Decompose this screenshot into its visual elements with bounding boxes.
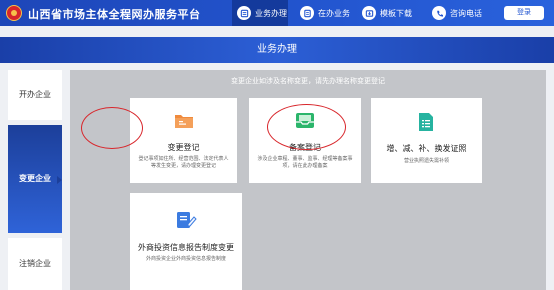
document-icon [418,112,434,137]
card-change-registration[interactable]: 变更登记 登记事项如住所、经营范围、法定代表人等发生变更，请办理变更登记 [130,98,237,183]
edit-icon [175,209,197,236]
page-banner: 业务办理 [0,37,554,63]
sidebar-item-open-enterprise[interactable]: 开办企业 [8,70,62,120]
folder-icon [174,112,194,134]
nav-business-handling[interactable]: 业务办理 [232,0,288,26]
card-foreign-investment-report[interactable]: 外商投资信息报告制度变更 外商投资企业外商投资信息报告制度 [130,193,242,290]
emblem-logo [6,5,22,21]
card-description: 登记事项如住所、经营范围、法定代表人等发生变更，请办理变更登记 [138,156,229,169]
card-title: 外商投资信息报告制度变更 [138,243,234,252]
notice-text: 变更企业如涉及名称变更，请先办理名称变更登记 [231,78,385,85]
nav-label: 咨询电话 [450,8,482,18]
nav-label: 模板下载 [380,8,412,18]
site-title: 山西省市场主体全程网办服务平台 [28,9,201,21]
top-header: 山西省市场主体全程网办服务平台 业务办理 在办业务 模板下载 咨询电话 登录 [0,0,554,26]
sidebar-item-change-enterprise[interactable]: 变更企业 [8,125,62,233]
card-title: 变更登记 [167,143,200,152]
nav-label: 业务办理 [255,8,287,18]
sidebar-item-label: 注销企业 [19,259,51,268]
download-icon [362,6,376,20]
nav-label: 在办业务 [318,8,350,18]
active-indicator-arrow [57,176,62,184]
sidebar-item-cancel-enterprise[interactable]: 注销企业 [8,238,62,290]
nav-template-download[interactable]: 模板下载 [362,0,412,26]
card-description: 外商投资企业外商投资信息报告制度 [145,256,226,262]
list-icon [300,6,314,20]
highlight-circle [81,107,143,149]
card-title: 增、减、补、换发证照 [386,144,467,153]
highlight-circle [267,104,346,150]
card-description: 涉及企业章程、董事、监事、经理等备案事项，请在此办理备案 [257,156,353,169]
login-button[interactable]: 登录 [504,6,544,20]
main-panel: 变更企业如涉及名称变更，请先办理名称变更登记 变更登记 登记事项如住所、经营范围… [70,70,546,290]
card-description: 营业执照遗失需补领 [403,158,449,164]
phone-icon [432,6,446,20]
sidebar-item-label: 变更企业 [19,174,51,183]
sidebar-item-label: 开办企业 [19,90,51,99]
card-license-issuance[interactable]: 增、减、补、换发证照 营业执照遗失需补领 [371,98,482,183]
nav-in-progress[interactable]: 在办业务 [300,0,350,26]
page-title: 业务办理 [257,44,297,55]
business-icon [237,6,251,20]
nav-hotline[interactable]: 咨询电话 [432,0,482,26]
